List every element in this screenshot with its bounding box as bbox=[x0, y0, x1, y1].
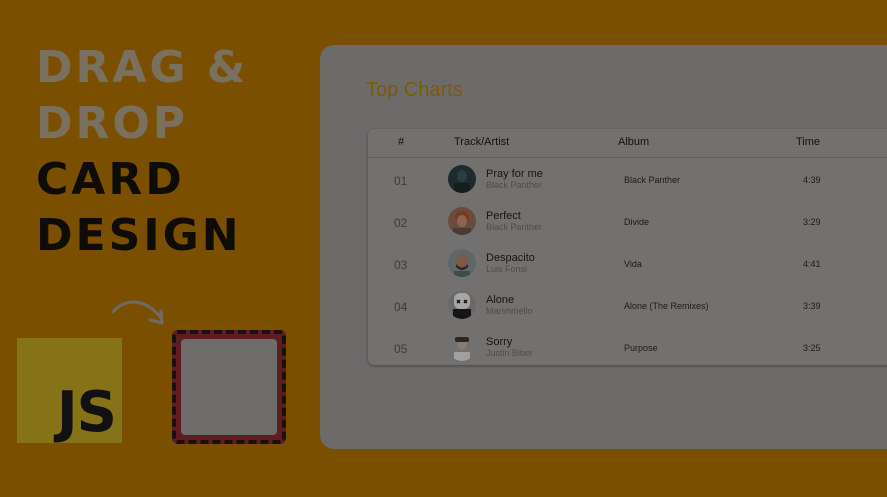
headline-line-1: DRAG & bbox=[36, 42, 249, 93]
js-logo-text: JS bbox=[56, 380, 117, 445]
charts-table: # Track/Artist Album Time 01 Pray for me… bbox=[368, 129, 887, 365]
track-time: 4:39 bbox=[803, 175, 821, 185]
track-title: Alone bbox=[486, 294, 515, 306]
track-artist: Justin Biber bbox=[486, 348, 534, 358]
headline-line-4: DESIGN bbox=[36, 210, 242, 261]
drop-zone-inner bbox=[181, 339, 277, 435]
header-album: Album bbox=[618, 136, 650, 148]
artist-avatar bbox=[448, 249, 476, 277]
track-number: 01 bbox=[394, 174, 408, 188]
track-time: 3:25 bbox=[803, 343, 821, 353]
table-row[interactable]: 05 Sorry Justin Biber Purpose 3:25 bbox=[368, 327, 887, 368]
artist-avatar bbox=[448, 333, 476, 361]
table-header: # Track/Artist Album Time bbox=[368, 129, 887, 158]
table-row[interactable]: 02 Perfect Black Panther Divide 3:29 bbox=[368, 201, 887, 242]
track-album: Divide bbox=[624, 217, 650, 227]
track-time: 4:41 bbox=[803, 259, 821, 269]
track-number: 03 bbox=[394, 258, 408, 272]
track-artist: Black Panther bbox=[486, 222, 543, 232]
artist-avatar bbox=[448, 291, 476, 319]
headline-line-2: DROP bbox=[36, 98, 189, 149]
table-row[interactable]: 01 Pray for me Black Panther Black Panth… bbox=[368, 159, 887, 200]
track-album: Black Panther bbox=[624, 175, 681, 185]
track-album: Alone (The Remixes) bbox=[624, 301, 709, 311]
table-row[interactable]: 03 Despacito Luis Fonsi Vida 4:41 bbox=[368, 243, 887, 284]
panel-title: Top Charts bbox=[366, 79, 463, 101]
header-time: Time bbox=[796, 136, 821, 148]
artist-avatar bbox=[448, 165, 476, 193]
track-artist: Luis Fonsi bbox=[486, 264, 528, 274]
track-time: 3:39 bbox=[803, 301, 821, 311]
track-album: Purpose bbox=[624, 343, 658, 353]
track-album: Vida bbox=[624, 259, 642, 269]
top-charts-panel: Top Charts # Track/Artist Album Time 01 … bbox=[320, 45, 887, 449]
track-artist: Black Panther bbox=[486, 180, 543, 190]
track-title: Sorry bbox=[486, 336, 513, 348]
curved-arrow-icon bbox=[111, 300, 164, 325]
track-number: 04 bbox=[394, 300, 408, 314]
track-title: Perfect bbox=[486, 210, 521, 222]
table-row[interactable]: 04 Alone Marshmello Alone (The Remixes) … bbox=[368, 285, 887, 326]
header-num: # bbox=[398, 136, 405, 148]
header-track-artist: Track/Artist bbox=[454, 136, 510, 148]
track-number: 05 bbox=[394, 342, 408, 356]
track-title: Despacito bbox=[486, 252, 535, 264]
headline-line-3: CARD bbox=[36, 154, 185, 205]
js-logo-card[interactable]: JS bbox=[17, 338, 122, 443]
drop-zone[interactable] bbox=[172, 330, 286, 444]
track-time: 3:29 bbox=[803, 217, 821, 227]
track-number: 02 bbox=[394, 216, 408, 230]
headline: DRAG & DROP CARD DESIGN bbox=[36, 40, 248, 264]
track-artist: Marshmello bbox=[486, 306, 533, 316]
artist-avatar bbox=[448, 207, 476, 235]
track-title: Pray for me bbox=[486, 168, 543, 180]
